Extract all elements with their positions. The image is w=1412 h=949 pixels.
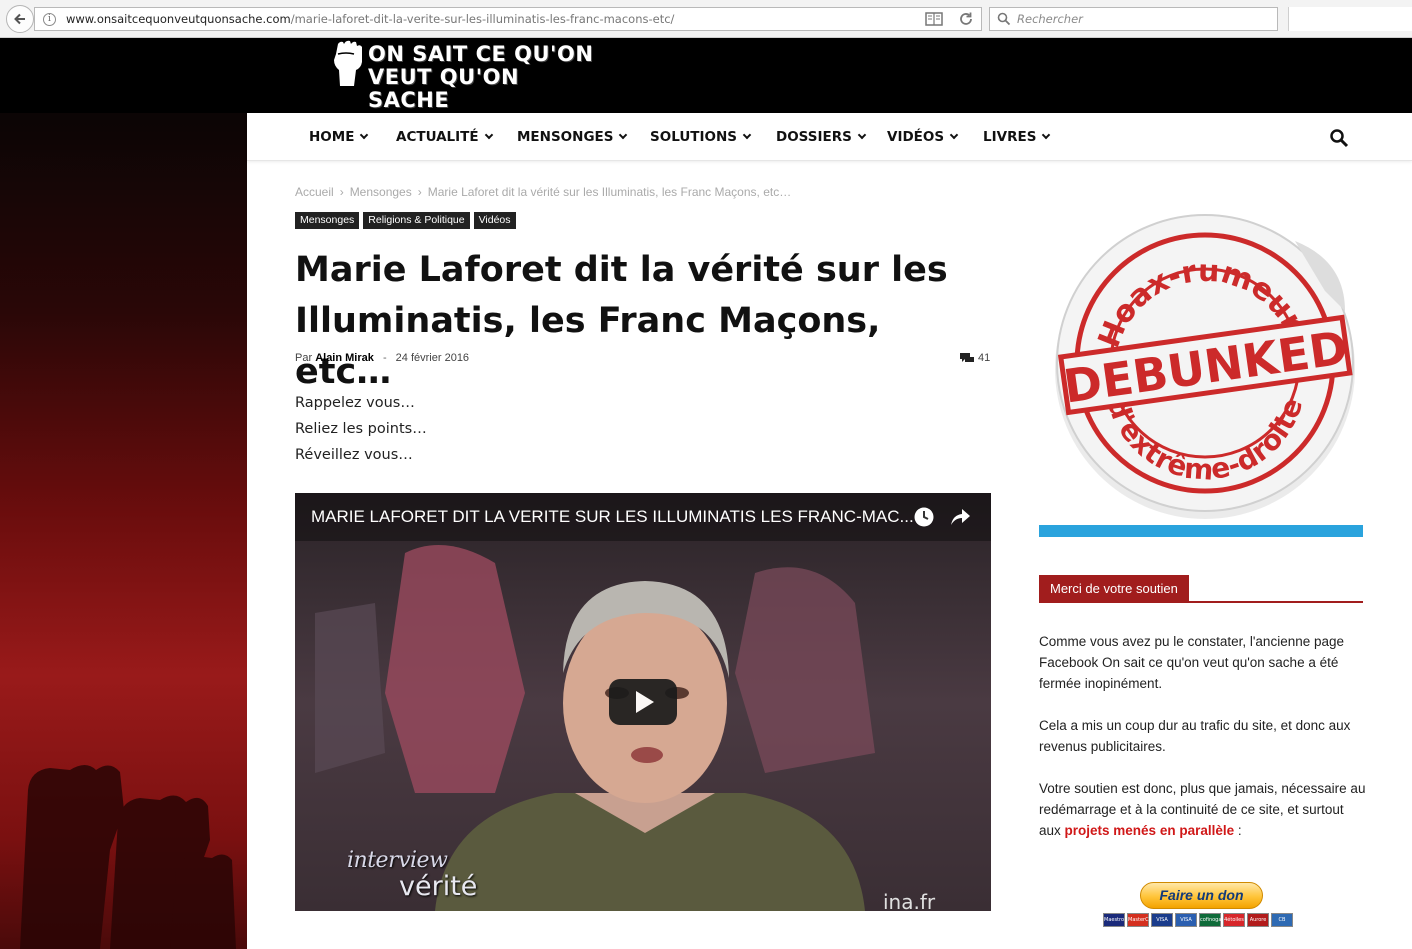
payment-card-icon: 4étoiles bbox=[1223, 913, 1245, 927]
projects-link[interactable]: projets menés en parallèle bbox=[1065, 823, 1235, 838]
browser-toolbar: i www.onsaitcequonveutquonsache.com/mari… bbox=[0, 0, 1412, 38]
raised-fists-background-icon bbox=[20, 765, 236, 949]
play-icon bbox=[636, 691, 654, 713]
payment-card-icon: VISA bbox=[1175, 913, 1197, 927]
nav-item-videos[interactable]: VIDÉOS bbox=[887, 113, 959, 161]
comments-count[interactable]: 41 bbox=[960, 352, 990, 364]
nav-item-dossiers[interactable]: DOSSIERS bbox=[776, 113, 867, 161]
site-logo[interactable]: ON SAIT CE QU'ON VEUT QU'ON SACHE bbox=[326, 40, 606, 112]
support-paragraph: Votre soutien est donc, plus que jamais,… bbox=[1039, 781, 1366, 838]
fist-logo-icon bbox=[334, 40, 362, 86]
support-widget-text: Comme vous avez pu le constater, l'ancie… bbox=[1039, 631, 1369, 862]
payment-card-icon: cofinoga bbox=[1199, 913, 1221, 927]
reader-view-icon[interactable] bbox=[925, 11, 943, 27]
intro-line: Réveillez vous… bbox=[295, 447, 413, 463]
breadcrumb-current: Marie Laforet dit la vérité sur les Illu… bbox=[427, 185, 792, 199]
payment-cards: Maestro MasterCard VISA VISA cofinoga 4étoile… bbox=[1103, 913, 1293, 927]
chevron-down-icon bbox=[949, 130, 959, 140]
search-icon bbox=[997, 12, 1011, 26]
share-icon[interactable] bbox=[949, 507, 971, 527]
video-player[interactable]: MARIE LAFORET DIT LA VERITE SUR LES ILLU… bbox=[295, 493, 991, 911]
breadcrumb: Accueil › Mensonges › Marie Laforet dit la v… bbox=[295, 185, 792, 199]
breadcrumb-home[interactable]: Accueil bbox=[295, 185, 334, 199]
chevron-down-icon bbox=[857, 130, 867, 140]
tag-religions-politique[interactable]: Religions & Politique bbox=[363, 212, 470, 229]
chevron-down-icon bbox=[1042, 130, 1051, 140]
support-widget-header: Merci de votre soutien bbox=[1039, 575, 1363, 603]
payment-card-icon: Maestro bbox=[1103, 913, 1125, 927]
nav-item-livres[interactable]: LIVRES bbox=[983, 113, 1051, 161]
payment-card-icon: CB bbox=[1271, 913, 1293, 927]
comment-bubble-icon bbox=[960, 352, 974, 362]
video-watermark-interview: interview bbox=[347, 848, 448, 873]
category-tags: Mensonges Religions & Politique Vidéos bbox=[295, 212, 516, 229]
payment-card-icon: MasterCard bbox=[1127, 913, 1157, 927]
article-title: Marie Laforet dit la vérité sur les Illu… bbox=[295, 250, 948, 392]
by-label: Par bbox=[295, 352, 313, 364]
content-panel: HOME ACTUALITÉ MENSONGES SOLUTIONS DOSSI… bbox=[247, 113, 1412, 949]
chevron-down-icon bbox=[484, 130, 493, 140]
video-watermark-ina: ina.fr bbox=[883, 890, 936, 911]
chevron-down-icon bbox=[619, 130, 628, 140]
support-paragraph: Comme vous avez pu le constater, l'ancie… bbox=[1039, 634, 1345, 691]
search-placeholder: Rechercher bbox=[1017, 12, 1083, 26]
site-info-icon[interactable]: i bbox=[43, 12, 56, 26]
support-title: Merci de votre soutien bbox=[1039, 575, 1189, 603]
play-button[interactable] bbox=[609, 679, 677, 725]
author-link[interactable]: Alain Mirak bbox=[315, 352, 374, 364]
back-arrow-icon bbox=[14, 13, 25, 25]
back-button[interactable] bbox=[6, 5, 34, 33]
browser-search-input[interactable]: Rechercher bbox=[989, 7, 1278, 31]
article-intro: Rappelez vous… Reliez les points… Réveil… bbox=[295, 390, 427, 468]
chevron-down-icon bbox=[360, 130, 369, 140]
video-title[interactable]: MARIE LAFORET DIT LA VERITE SUR LES ILLU… bbox=[311, 507, 914, 527]
reload-icon[interactable] bbox=[957, 10, 975, 28]
nav-item-mensonges[interactable]: MENSONGES bbox=[517, 113, 628, 161]
main-nav: HOME ACTUALITÉ MENSONGES SOLUTIONS DOSSI… bbox=[247, 113, 1412, 161]
url-text: www.onsaitcequonveutquonsache.com/marie-… bbox=[66, 12, 675, 26]
support-paragraph: Cela a mis un coup dur au trafic du site… bbox=[1039, 718, 1351, 754]
comment-count-value: 41 bbox=[978, 352, 991, 364]
url-bar[interactable]: i www.onsaitcequonveutquonsache.com/mari… bbox=[34, 7, 982, 31]
social-strip bbox=[1039, 525, 1363, 537]
breadcrumb-category[interactable]: Mensonges bbox=[350, 185, 412, 199]
publish-date: 24 février 2016 bbox=[395, 352, 470, 364]
tag-videos[interactable]: Vidéos bbox=[473, 212, 516, 229]
nav-item-actualite[interactable]: ACTUALITÉ bbox=[396, 113, 493, 161]
intro-line: Rappelez vous… bbox=[295, 395, 415, 411]
payment-card-icon: VISA bbox=[1151, 913, 1173, 927]
debunked-sticker-image: Hoax-rumeurs d'extrême-droite DEBUNKED bbox=[1055, 214, 1355, 519]
site-search-icon[interactable] bbox=[1329, 128, 1349, 148]
site-header bbox=[0, 39, 1412, 113]
watch-later-icon[interactable] bbox=[913, 506, 935, 528]
payment-card-icon: Aurore bbox=[1247, 913, 1269, 927]
intro-line: Reliez les points… bbox=[295, 421, 427, 437]
article-meta: Par Alain Mirak - 24 février 2016 bbox=[295, 352, 470, 364]
nav-item-solutions[interactable]: SOLUTIONS bbox=[650, 113, 752, 161]
nav-item-home[interactable]: HOME bbox=[309, 113, 369, 161]
video-watermark-verite: vérité bbox=[399, 871, 478, 902]
logo-text: ON SAIT CE QU'ON VEUT QU'ON SACHE bbox=[368, 42, 594, 112]
chevron-down-icon bbox=[742, 130, 752, 140]
toolbar-extra-area bbox=[1288, 7, 1412, 31]
donate-button[interactable]: Faire un don bbox=[1140, 882, 1263, 909]
tag-mensonges[interactable]: Mensonges bbox=[295, 212, 360, 229]
